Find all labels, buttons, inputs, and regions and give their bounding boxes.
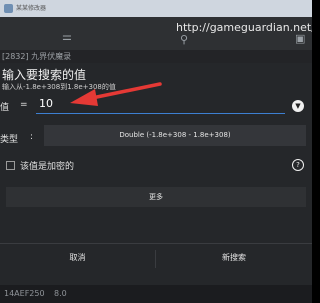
encrypted-checkbox[interactable] [6, 161, 15, 170]
type-select-button[interactable]: Double (-1.8e+308 - 1.8e+308) [44, 125, 306, 146]
result-value: 8.0 [54, 289, 67, 298]
new-search-button[interactable]: 新搜索 [156, 244, 312, 272]
type-colon: : [30, 132, 34, 142]
search-dialog: 输入要搜索的值 输入从-1.8e+308到1.8e+308的值 值 = ▼ 类型… [0, 63, 312, 285]
url-text: http://gameguardian.net/download [176, 21, 312, 34]
process-label: [2832] 九界伏魔录 [0, 50, 312, 64]
screen: 某某修改器 ⚌ ⚲ http://gameguardian.net/downlo… [0, 0, 312, 303]
value-label: 值 [0, 103, 10, 113]
result-address: 14AEF250 [4, 289, 45, 298]
app-icon [4, 4, 13, 13]
value-options-button[interactable]: ▼ [292, 100, 304, 112]
tune-icon[interactable]: ⚌ [62, 30, 72, 43]
value-input[interactable] [36, 94, 285, 114]
chevron-down-icon: ▼ [295, 102, 301, 110]
type-label: 类型 [0, 135, 19, 145]
equals-label: = [20, 100, 28, 110]
dialog-subtitle: 输入从-1.8e+308到1.8e+308的值 [2, 83, 116, 91]
system-title-bar: 某某修改器 [0, 0, 312, 17]
more-button[interactable]: 更多 [6, 187, 306, 207]
app-toolbar: ⚌ ⚲ http://gameguardian.net/download ▣ [0, 17, 312, 50]
cancel-button[interactable]: 取消 [0, 244, 155, 272]
save-icon[interactable]: ▣ [295, 32, 305, 45]
result-row-underlay: 14AEF250 8.0 [0, 285, 312, 303]
encrypted-label: 该值是加密的 [20, 162, 75, 172]
help-icon[interactable]: ? [292, 159, 304, 171]
dialog-title: 输入要搜索的值 [2, 68, 87, 82]
search-icon[interactable]: ⚲ [180, 33, 188, 46]
window-title: 某某修改器 [16, 5, 47, 12]
